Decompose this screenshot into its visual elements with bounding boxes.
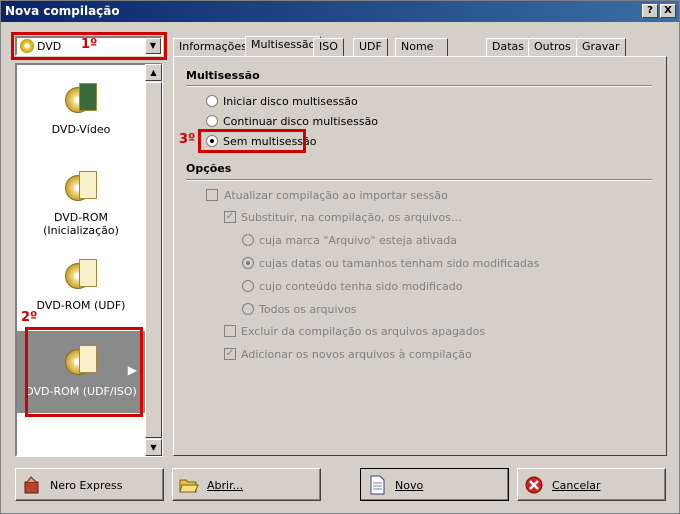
new-document-icon [370, 475, 385, 495]
checkbox-label: Excluir da compilação os arquivos apagad… [241, 325, 486, 338]
cancel-button[interactable]: Cancelar [517, 468, 666, 501]
checkbox-replace-files[interactable]: ✓ [224, 211, 236, 223]
annotation-step-3: 3º [179, 132, 196, 147]
new-compilation-dialog: Nova compilação ? X DVD ▼ 1º DVD-Vídeo D… [0, 0, 680, 514]
annotation-step-2: 2º [21, 310, 38, 325]
nero-express-label: Nero Express [50, 479, 123, 492]
annotation-box-2 [25, 327, 143, 417]
nero-express-icon [24, 476, 39, 494]
tab-nome-do-volume[interactable]: Nome do volume [395, 38, 448, 85]
radio-continue-multisession[interactable] [206, 115, 218, 127]
options-group-title: Opções [186, 162, 232, 175]
tab-gravar[interactable]: Gravar [576, 38, 626, 57]
radio-label: cujas datas ou tamanhos tenham sido modi… [259, 257, 540, 270]
open-label: Abrir... [207, 479, 244, 492]
list-item-dvd-rom-boot[interactable]: DVD-ROM (Inicialização) [17, 171, 145, 237]
radio-label: cujo conteúdo tenha sido modificado [259, 280, 463, 293]
radio-label: cuja marca "Arquivo" esteja ativada [259, 234, 458, 247]
checkbox-update-compilation[interactable] [206, 189, 218, 201]
dvd-rom-icon [65, 171, 97, 203]
tab-datas[interactable]: Datas [486, 38, 530, 57]
title-bar: Nova compilação ? X [1, 1, 679, 22]
list-item-label: DVD-ROM (Inicialização) [43, 211, 119, 237]
checkbox-label: Atualizar compilação ao importar sessão [224, 189, 448, 202]
tab-udf[interactable]: UDF [353, 38, 388, 57]
cancel-label: Cancelar [552, 479, 601, 492]
list-item-label: DVD-Vídeo [51, 123, 111, 136]
radio-archive-flag[interactable] [242, 234, 254, 246]
tab-multisessao[interactable]: Multisessão [245, 36, 322, 58]
tab-iso[interactable]: ISO [313, 38, 344, 57]
checkbox-label: Substituir, na compilação, os arquivos..… [241, 211, 462, 224]
checkbox-exclude-deleted[interactable] [224, 325, 236, 337]
divider [186, 179, 652, 181]
radio-label: Continuar disco multisessão [223, 115, 379, 128]
list-item-dvd-rom-udf[interactable]: DVD-ROM (UDF) [17, 259, 145, 312]
annotation-step-1: 1º [81, 37, 98, 52]
radio-all-files[interactable] [242, 303, 254, 315]
tab-informacoes[interactable]: Informações [173, 38, 253, 57]
radio-label: Todos os arquivos [259, 303, 357, 316]
scroll-up-button[interactable]: ▲ [145, 64, 162, 81]
close-button[interactable]: X [660, 4, 676, 18]
list-scrollbar[interactable]: ▲ ▼ [145, 64, 162, 456]
multisession-tab-panel: Multisessão Iniciar disco multisessão Co… [173, 56, 667, 456]
checkbox-add-new-files[interactable]: ✓ [224, 348, 236, 360]
dvd-video-icon [65, 83, 97, 115]
open-button[interactable]: Abrir... [172, 468, 321, 501]
annotation-box-3 [198, 129, 306, 153]
folder-open-icon [179, 479, 199, 493]
nero-express-button[interactable]: Nero Express [15, 468, 164, 501]
cancel-icon [525, 476, 543, 494]
help-button[interactable]: ? [642, 4, 658, 18]
radio-label: Iniciar disco multisessão [223, 95, 358, 108]
new-label: Novo [395, 479, 424, 492]
radio-dates-or-sizes[interactable] [242, 257, 254, 269]
tab-outros[interactable]: Outros [528, 38, 577, 57]
new-button[interactable]: Novo [360, 468, 509, 501]
dvd-rom-icon [65, 259, 97, 291]
radio-start-multisession[interactable] [206, 95, 218, 107]
checkbox-label: Adicionar os novos arquivos à compilação [241, 348, 472, 361]
window-title: Nova compilação [5, 4, 120, 18]
list-item-dvd-video[interactable]: DVD-Vídeo [17, 83, 145, 136]
list-item-label: DVD-ROM (UDF) [36, 299, 126, 312]
radio-content-modified[interactable] [242, 280, 254, 292]
scroll-thumb[interactable] [145, 82, 162, 438]
divider [186, 85, 652, 87]
multisession-group-title: Multisessão [186, 69, 260, 82]
scroll-down-button[interactable]: ▼ [145, 439, 162, 456]
